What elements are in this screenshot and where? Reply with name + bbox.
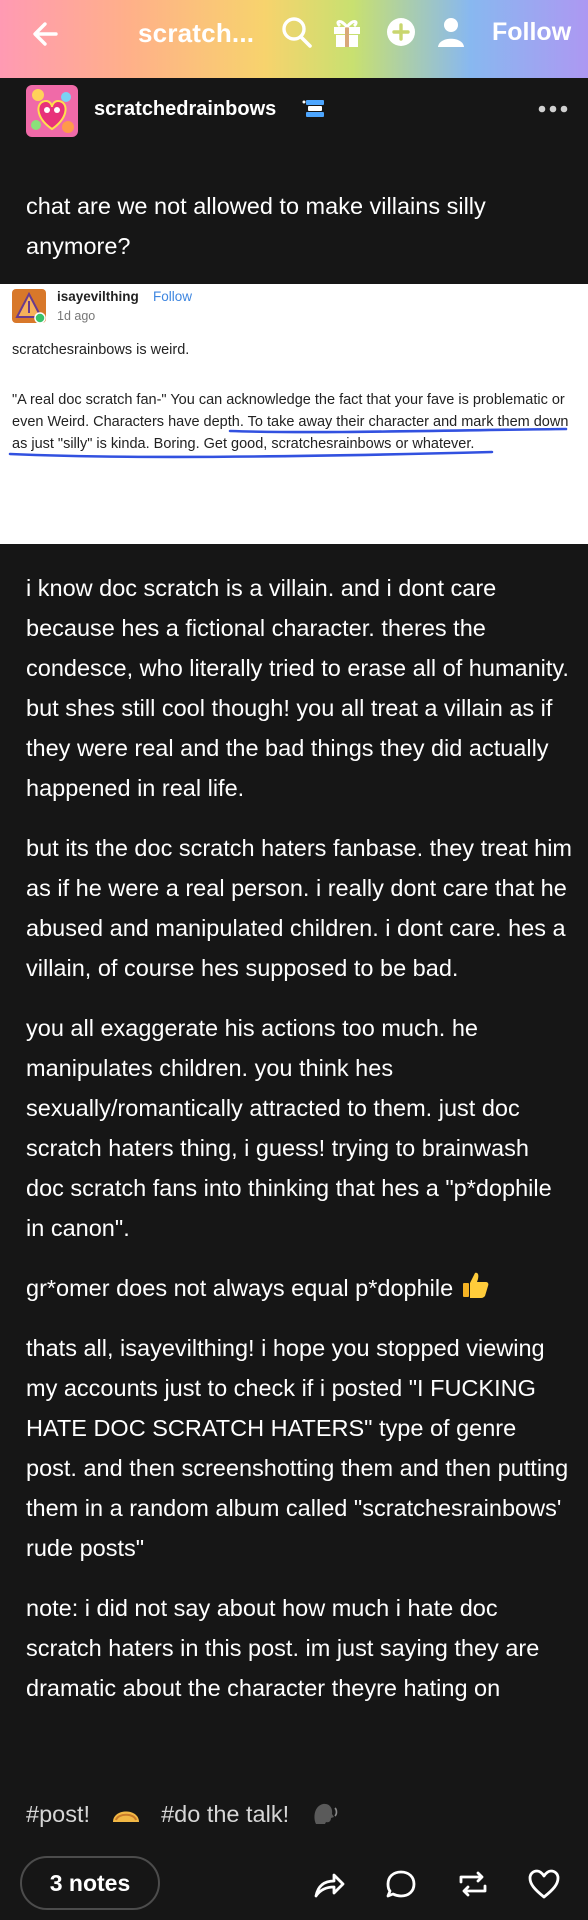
blog-name[interactable]: scratchedrainbows — [94, 98, 276, 121]
tag-post[interactable]: #post! — [26, 1801, 141, 1827]
paragraph-with-emoji: gr*omer does not always equal p*dophile — [26, 1268, 572, 1308]
paragraph: i know doc scratch is a villain. and i d… — [26, 575, 569, 801]
underline-marks — [8, 427, 568, 459]
more-dots-icon[interactable] — [538, 104, 568, 114]
taco-icon — [112, 1811, 139, 1822]
paragraph: you all exaggerate his actions too much.… — [26, 1015, 552, 1241]
gift-icon[interactable] — [330, 14, 364, 50]
top-bar: scratch... Follow — [0, 0, 588, 78]
reply-icon[interactable] — [383, 1866, 419, 1902]
avatar[interactable] — [26, 85, 78, 137]
post-footer: 3 notes — [0, 1856, 588, 1918]
plus-circle-icon[interactable] — [384, 14, 418, 50]
tag-list: #post! #do the talk! — [26, 1800, 354, 1828]
embedded-screenshot: isayevilthing Follow 1d ago scratchesrai… — [0, 284, 588, 544]
share-icon[interactable] — [310, 1866, 346, 1902]
follow-button[interactable]: Follow — [492, 18, 571, 47]
thumbs-up-icon — [462, 1272, 489, 1298]
blog-badge-icon — [302, 100, 324, 117]
reblog-icon[interactable] — [455, 1866, 491, 1902]
person-icon[interactable] — [434, 14, 468, 50]
tag-label: #do the talk! — [161, 1801, 290, 1827]
avatar-image — [26, 85, 78, 137]
back-arrow-icon[interactable] — [26, 14, 66, 54]
speaking-head-icon — [314, 1803, 337, 1824]
post-header: scratchedrainbows — [0, 78, 588, 143]
notes-button[interactable]: 3 notes — [20, 1856, 160, 1910]
tag-do-the-talk[interactable]: #do the talk! — [161, 1801, 340, 1827]
tag-label: #post! — [26, 1801, 91, 1827]
page-title: scratch... — [138, 18, 255, 48]
paragraph-text: gr*omer does not always equal p*dophile — [26, 1275, 454, 1301]
paragraph: note: i did not say about how much i hat… — [26, 1595, 540, 1701]
paragraph: thats all, isayevilthing! i hope you sto… — [26, 1335, 569, 1561]
heart-icon[interactable] — [526, 1866, 562, 1902]
search-icon[interactable] — [280, 14, 314, 50]
post-lead-text: chat are we not allowed to make villains… — [26, 193, 486, 259]
paragraph: but its the doc scratch haters fanbase. … — [26, 835, 573, 981]
post-body: i know doc scratch is a villain. and i d… — [26, 568, 572, 1728]
